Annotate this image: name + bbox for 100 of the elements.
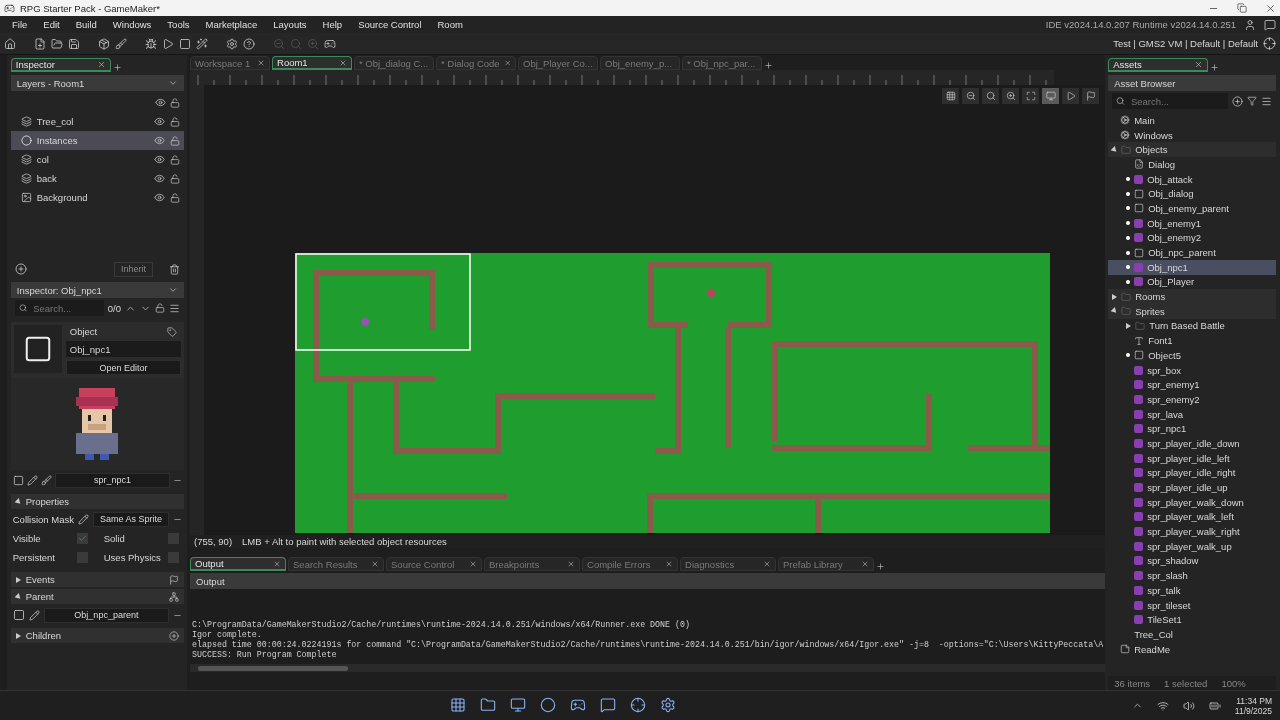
menu-item[interactable]: Source Control — [350, 19, 430, 30]
gamepad-icon[interactable] — [324, 37, 336, 50]
asset-tree-item[interactable]: Obj_Player — [1108, 274, 1276, 290]
eye-icon[interactable] — [154, 173, 166, 184]
inspector-header[interactable]: Inspector: Obj_npc1 — [10, 282, 185, 298]
layers-header[interactable]: Layers - Room1 — [10, 75, 185, 91]
asset-tree-item[interactable]: spr_player_idle_right — [1108, 465, 1276, 481]
horizontal-scrollbar[interactable] — [190, 664, 1106, 672]
crosshair-icon[interactable] — [1263, 37, 1276, 50]
lock-icon[interactable] — [170, 192, 181, 203]
flag-icon[interactable] — [169, 574, 180, 585]
taskbar-app-icon[interactable] — [629, 696, 646, 713]
view-button[interactable] — [942, 88, 960, 104]
asset-tree-item[interactable]: spr_player_idle_left — [1108, 450, 1276, 466]
close-icon[interactable] — [339, 58, 348, 67]
asset-tree-item[interactable]: spr_player_walk_right — [1108, 524, 1276, 539]
asset-tree-item[interactable]: Font1 — [1108, 333, 1276, 348]
menu-icon[interactable] — [1261, 95, 1272, 107]
asset-tree-item[interactable]: Obj_npc1 — [1108, 259, 1276, 275]
chevron-down-icon[interactable] — [168, 78, 179, 88]
asset-tree-item[interactable]: Tree_Col — [1108, 627, 1276, 642]
edit-icon[interactable] — [26, 474, 38, 486]
close-icon[interactable] — [371, 560, 380, 568]
volume-icon[interactable] — [1182, 699, 1195, 712]
asset-tree-item[interactable]: spr_player_walk_down — [1108, 494, 1276, 510]
add-tab-icon[interactable] — [876, 562, 886, 571]
view-button[interactable] — [1082, 88, 1100, 104]
output-tab[interactable]: Diagnostics — [680, 557, 777, 571]
asset-tree-item[interactable]: spr_npc1 — [1108, 421, 1276, 437]
output-tab[interactable]: Compile Errors — [582, 557, 679, 571]
search-box[interactable]: Search... — [14, 300, 104, 316]
asset-tree-item[interactable]: spr_box — [1108, 362, 1276, 378]
add-icon[interactable] — [1232, 95, 1243, 107]
asset-tree-item[interactable]: Obj_dialog — [1108, 186, 1276, 202]
filter-icon[interactable] — [1247, 96, 1257, 106]
save-icon[interactable] — [68, 37, 80, 50]
document-tab[interactable]: * Obj_dialog C... — [354, 56, 435, 70]
asset-tree-item[interactable]: spr_player_idle_down — [1108, 436, 1276, 451]
package-icon[interactable] — [98, 37, 110, 50]
layer-row[interactable]: Tree_col — [10, 112, 185, 131]
brush-icon[interactable] — [115, 37, 127, 50]
taskbar-app-icon[interactable] — [659, 696, 676, 713]
taskbar-app-icon[interactable] — [539, 696, 556, 713]
play-icon[interactable] — [162, 37, 174, 50]
section-header[interactable]: Properties — [10, 494, 185, 509]
view-button[interactable] — [962, 88, 980, 104]
asset-tree-item[interactable]: spr_player_walk_up — [1108, 538, 1276, 554]
wifi-icon[interactable] — [1156, 699, 1169, 712]
close-icon[interactable] — [273, 559, 282, 568]
menu-item[interactable]: Tools — [159, 19, 198, 30]
object-name-field[interactable]: Obj_npc1 — [65, 341, 182, 357]
menu-item[interactable]: Windows — [104, 19, 160, 30]
menu-item[interactable]: Room — [429, 19, 471, 30]
stop-icon[interactable] — [179, 37, 191, 50]
view-button[interactable] — [1042, 88, 1060, 104]
view-button[interactable] — [1022, 88, 1040, 104]
home-icon[interactable] — [4, 37, 16, 50]
search-box[interactable]: Search... — [1112, 93, 1228, 109]
edit-icon[interactable] — [28, 609, 40, 621]
asset-tree-item[interactable]: spr_enemy2 — [1108, 392, 1276, 407]
close-icon[interactable] — [257, 59, 266, 67]
output-tab[interactable]: Output — [190, 557, 287, 571]
add-icon[interactable] — [169, 630, 180, 641]
document-tab[interactable]: Obj_enemy_p... — [600, 56, 681, 70]
settings-icon[interactable] — [226, 37, 238, 50]
lock-icon[interactable] — [155, 303, 166, 313]
eye-icon[interactable] — [155, 97, 167, 108]
asset-tree-item[interactable]: spr_lava — [1108, 406, 1276, 422]
brush-icon[interactable] — [40, 474, 52, 486]
open-folder-icon[interactable] — [51, 37, 63, 50]
section-header[interactable]: Children — [10, 628, 185, 643]
close-icon[interactable] — [861, 560, 870, 568]
lock-icon[interactable] — [170, 173, 181, 184]
sprite-icon[interactable] — [12, 474, 24, 486]
document-tab[interactable]: * Obj_npc_par... — [682, 56, 763, 70]
tag-icon[interactable] — [167, 326, 178, 337]
edit-icon[interactable] — [78, 513, 89, 525]
view-button[interactable] — [1002, 88, 1020, 104]
taskbar-app-icon[interactable] — [509, 696, 526, 713]
output-tab[interactable]: Search Results — [288, 557, 385, 571]
wand-icon[interactable] — [196, 37, 208, 50]
caret-icon[interactable] — [15, 632, 21, 639]
search-field[interactable]: Search... — [31, 301, 100, 315]
section-header[interactable]: Parent — [10, 589, 185, 604]
lock-icon[interactable] — [170, 154, 181, 165]
close-icon[interactable] — [567, 560, 576, 568]
menu-item[interactable]: Layouts — [265, 19, 315, 30]
add-tab-icon[interactable] — [1210, 63, 1220, 72]
lock-icon[interactable] — [170, 116, 181, 127]
trash-icon[interactable] — [169, 263, 181, 275]
collision-selector[interactable]: Same As Sprite — [93, 511, 170, 527]
layer-row[interactable]: col — [10, 150, 185, 169]
asset-tree-item[interactable]: Main — [1108, 113, 1276, 128]
caret-icon[interactable] — [1112, 293, 1118, 300]
eye-icon[interactable] — [154, 192, 166, 203]
close-icon[interactable] — [96, 60, 106, 69]
caret-icon[interactable] — [1126, 322, 1132, 329]
asset-tree-item[interactable]: spr_enemy1 — [1108, 377, 1276, 393]
asset-tree-item[interactable]: spr_tileset — [1108, 597, 1276, 613]
asset-tree-item[interactable]: Turn Based Battle — [1108, 318, 1276, 334]
